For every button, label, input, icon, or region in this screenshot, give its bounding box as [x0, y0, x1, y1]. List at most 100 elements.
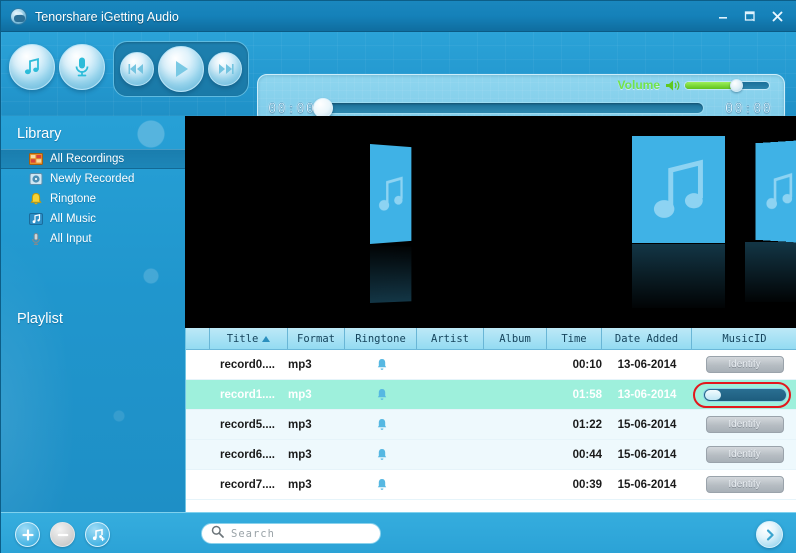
table-row[interactable]: record7.... mp3 00:39 15-06-2014 Identif…	[186, 470, 796, 500]
bell-icon[interactable]	[376, 448, 387, 462]
table-row[interactable]: record5.... mp3 01:22 15-06-2014 Identif…	[186, 410, 796, 440]
add-button[interactable]	[15, 522, 40, 547]
player-toolbar: Volume 00:00 00:00	[1, 32, 796, 116]
column-header-album[interactable]: Album	[484, 328, 547, 349]
search-placeholder: Search	[231, 528, 275, 540]
column-header-title-label: Title	[227, 333, 259, 345]
add-music-button[interactable]	[85, 522, 110, 547]
record-mode-button[interactable]	[59, 44, 105, 90]
music-note-icon	[377, 174, 406, 214]
cell-album	[484, 410, 547, 439]
library-header: Library	[1, 116, 185, 149]
volume-fill	[685, 82, 734, 89]
cell-ringtone[interactable]	[345, 410, 417, 439]
cell-artist	[417, 440, 484, 469]
bell-icon[interactable]	[376, 478, 387, 492]
table-row[interactable]: record6.... mp3 00:44 15-06-2014 Identif…	[186, 440, 796, 470]
recordings-table: Title Format Ringtone Artist Album Time …	[185, 328, 796, 512]
cell-ringtone[interactable]	[345, 380, 417, 409]
column-header-artist[interactable]: Artist	[417, 328, 484, 349]
row-spacer	[186, 470, 210, 499]
next-button[interactable]	[208, 52, 242, 86]
table-row[interactable]: record0.... mp3 00:10 13-06-2014 Identif…	[186, 350, 796, 380]
bell-icon[interactable]	[376, 418, 387, 432]
search-field[interactable]: Search	[201, 523, 381, 544]
sidebar-item-newly-recorded[interactable]: Newly Recorded	[1, 169, 185, 189]
album-cover-left[interactable]	[370, 144, 411, 244]
remove-button[interactable]	[50, 522, 75, 547]
column-header-spacer	[186, 328, 210, 349]
cell-time: 00:39	[547, 470, 602, 499]
volume-slider[interactable]	[684, 81, 770, 90]
cell-ringtone[interactable]	[345, 470, 417, 499]
volume-knob[interactable]	[730, 79, 743, 92]
music-note-icon	[29, 212, 43, 226]
seek-slider[interactable]	[326, 102, 704, 114]
minimize-button[interactable]	[711, 6, 735, 27]
sidebar-item-ringtone[interactable]: Ringtone	[1, 189, 185, 209]
column-header-time[interactable]: Time	[547, 328, 602, 349]
cell-date-added: 13-06-2014	[602, 350, 692, 379]
chevron-right-icon	[763, 528, 777, 542]
cell-ringtone[interactable]	[345, 350, 417, 379]
sidebar-item-label: All Recordings	[50, 153, 124, 165]
table-header-row: Title Format Ringtone Artist Album Time …	[186, 328, 796, 350]
column-header-date-added[interactable]: Date Added	[602, 328, 692, 349]
sort-ascending-icon	[262, 336, 270, 342]
forward-button[interactable]	[756, 521, 783, 548]
previous-icon	[128, 63, 146, 75]
album-art-carousel[interactable]	[185, 116, 796, 328]
bottom-toolbar: Search	[1, 512, 796, 553]
app-title: Tenorshare iGetting Audio	[35, 10, 179, 24]
volume-label: Volume	[618, 78, 660, 92]
microphone-icon	[29, 232, 43, 246]
cell-date-added: 13-06-2014	[602, 380, 692, 409]
cell-title: record5....	[210, 410, 288, 439]
identify-button[interactable]: Identify	[706, 446, 784, 463]
cell-date-added: 15-06-2014	[602, 470, 692, 499]
bell-icon	[29, 192, 43, 206]
table-row[interactable]: record1.... mp3 01:58 13-06-2014	[186, 380, 796, 410]
column-header-musicid[interactable]: MusicID	[692, 328, 796, 349]
cell-format: mp3	[288, 380, 345, 409]
play-icon	[171, 58, 191, 80]
cell-title: record7....	[210, 470, 288, 499]
highlight-annotation	[693, 382, 791, 408]
identify-button[interactable]: Identify	[706, 476, 784, 493]
album-cover-right-1[interactable]	[755, 140, 796, 243]
album-cover-left-reflection	[370, 245, 411, 303]
column-header-title[interactable]: Title	[210, 328, 288, 349]
album-cover-center[interactable]	[632, 136, 725, 243]
row-spacer	[186, 350, 210, 379]
sidebar-item-all-input[interactable]: All Input	[1, 229, 185, 249]
cell-ringtone[interactable]	[345, 440, 417, 469]
seek-knob[interactable]	[313, 98, 333, 118]
play-button[interactable]	[158, 46, 204, 92]
transport-controls	[113, 41, 249, 97]
cell-album	[484, 350, 547, 379]
sidebar-item-label: Ringtone	[50, 193, 96, 205]
bell-icon[interactable]	[376, 388, 387, 402]
speaker-icon[interactable]	[665, 79, 679, 92]
sidebar: Library All Recordings	[1, 116, 185, 512]
restore-button[interactable]	[738, 6, 762, 27]
identify-button[interactable]: Identify	[706, 416, 784, 433]
cell-musicid: Identify	[692, 410, 796, 439]
music-note-icon	[764, 171, 795, 212]
previous-button[interactable]	[120, 52, 154, 86]
music-mode-button[interactable]	[9, 44, 55, 90]
column-header-format[interactable]: Format	[288, 328, 345, 349]
music-note-plus-icon	[90, 527, 106, 543]
sidebar-item-all-recordings[interactable]: All Recordings	[1, 149, 185, 169]
cell-album	[484, 470, 547, 499]
cell-title: record6....	[210, 440, 288, 469]
column-header-ringtone[interactable]: Ringtone	[345, 328, 417, 349]
cell-time: 01:22	[547, 410, 602, 439]
bell-icon[interactable]	[376, 358, 387, 372]
search-icon	[211, 525, 224, 543]
close-button[interactable]	[765, 6, 789, 27]
cell-title: record0....	[210, 350, 288, 379]
sidebar-item-all-music[interactable]: All Music	[1, 209, 185, 229]
identify-button[interactable]: Identify	[706, 356, 784, 373]
cell-album	[484, 380, 547, 409]
